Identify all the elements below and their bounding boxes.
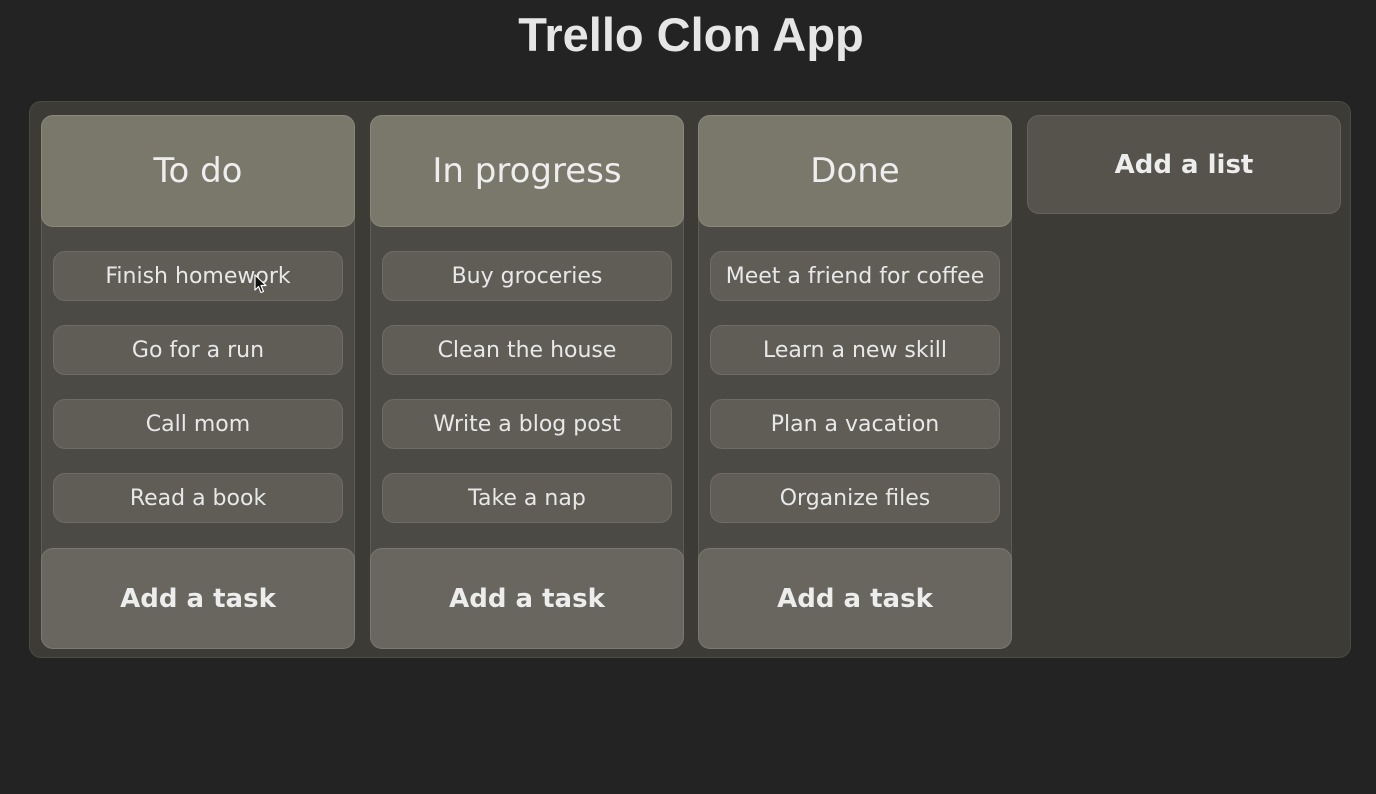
task-card[interactable]: Take a nap xyxy=(382,473,672,523)
task-card[interactable]: Write a blog post xyxy=(382,399,672,449)
list-in-progress: In progress Buy groceries Clean the hous… xyxy=(370,115,684,649)
task-card[interactable]: Go for a run xyxy=(53,325,343,375)
task-card[interactable]: Read a book xyxy=(53,473,343,523)
list-title[interactable]: In progress xyxy=(370,115,684,227)
task-card[interactable]: Meet a friend for coffee xyxy=(710,251,1000,301)
app-title: Trello Clon App xyxy=(518,8,864,61)
list-todo: To do Finish homework Go for a run Call … xyxy=(41,115,355,649)
add-task-button[interactable]: Add a task xyxy=(41,548,355,649)
task-card[interactable]: Finish homework xyxy=(53,251,343,301)
add-task-button[interactable]: Add a task xyxy=(698,548,1012,649)
list-title[interactable]: To do xyxy=(41,115,355,227)
mouse-pointer-icon xyxy=(254,274,267,294)
add-list-button[interactable]: Add a list xyxy=(1027,115,1341,214)
add-task-button[interactable]: Add a task xyxy=(370,548,684,649)
task-card[interactable]: Buy groceries xyxy=(382,251,672,301)
task-card[interactable]: Learn a new skill xyxy=(710,325,1000,375)
list-done: Done Meet a friend for coffee Learn a ne… xyxy=(698,115,1012,649)
task-card[interactable]: Organize files xyxy=(710,473,1000,523)
board: To do Finish homework Go for a run Call … xyxy=(29,101,1351,658)
task-card[interactable]: Plan a vacation xyxy=(710,399,1000,449)
list-title[interactable]: Done xyxy=(698,115,1012,227)
task-card[interactable]: Call mom xyxy=(53,399,343,449)
task-card[interactable]: Clean the house xyxy=(382,325,672,375)
